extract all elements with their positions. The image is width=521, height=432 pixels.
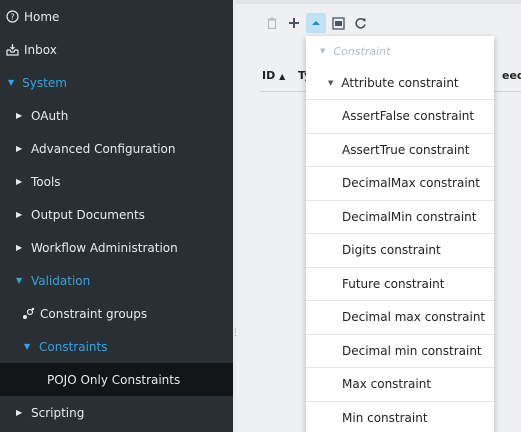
sidebar-item-label: Scripting: [31, 405, 85, 420]
toolbar: [262, 13, 372, 33]
sidebar-item-label: Tools: [31, 174, 61, 189]
refresh-icon[interactable]: [350, 13, 370, 33]
sidebar-item-label: Validation: [31, 273, 91, 288]
chevron-right-icon: ▶: [16, 243, 23, 252]
dropdown-item[interactable]: DecimalMin constraint: [306, 201, 494, 234]
plus-icon[interactable]: [284, 13, 304, 33]
constraint-groups-icon: [21, 307, 35, 321]
dropdown-item[interactable]: Digits constraint: [306, 234, 494, 268]
sidebar-item-home[interactable]: ? Home: [0, 0, 233, 33]
chevron-down-icon: ▼: [328, 78, 334, 87]
dropdown-item[interactable]: Min constraint: [306, 402, 494, 432]
chevron-right-icon: ▶: [16, 177, 23, 186]
sidebar: ? Home Inbox ▼ System ▶ OAuth ▶ Advanced…: [0, 0, 233, 432]
column-header-id[interactable]: ID ▲: [262, 69, 285, 82]
chevron-right-icon: ▶: [16, 408, 23, 417]
dropdown-group-label: Attribute constraint: [341, 75, 459, 90]
sidebar-item-label: Constraints: [39, 339, 108, 354]
sidebar-item-scripting[interactable]: ▶ Scripting: [0, 396, 233, 429]
sidebar-item-advanced-configuration[interactable]: ▶ Advanced Configuration: [0, 132, 233, 165]
sidebar-item-tools[interactable]: ▶ Tools: [0, 165, 233, 198]
sidebar-item-workflow-administration[interactable]: ▶ Workflow Administration: [0, 231, 233, 264]
caret-up-icon[interactable]: [306, 13, 326, 33]
sidebar-item-label: Advanced Configuration: [31, 141, 176, 156]
csv-export-icon[interactable]: [328, 13, 348, 33]
dropdown-item[interactable]: Decimal min constraint: [306, 335, 494, 368]
sort-asc-icon: ▲: [279, 72, 286, 81]
chevron-down-icon: ▼: [16, 276, 23, 285]
sidebar-item-label: Home: [24, 9, 60, 24]
dropdown-item[interactable]: Future constraint: [306, 268, 494, 301]
dropdown-header[interactable]: ▼ Constraint: [306, 36, 494, 66]
dropdown-item[interactable]: DecimalMax constraint: [306, 167, 494, 201]
sidebar-item-label: Output Documents: [31, 207, 145, 222]
sidebar-item-constraint-groups[interactable]: Constraint groups: [0, 297, 233, 330]
chevron-down-icon: ▼: [8, 78, 15, 87]
dropdown-item[interactable]: AssertTrue constraint: [306, 134, 494, 167]
inbox-icon: [5, 43, 19, 57]
sidebar-item-system[interactable]: ▼ System: [0, 66, 233, 99]
column-header-needs[interactable]: eeds: [502, 69, 521, 82]
sidebar-item-inbox[interactable]: Inbox: [0, 33, 233, 66]
constraint-type-dropdown: ▼ Constraint ▼ Attribute constraint Asse…: [306, 36, 494, 432]
sidebar-item-label: System: [22, 75, 67, 90]
sidebar-item-constraints[interactable]: ▼ Constraints: [0, 330, 233, 363]
trash-icon[interactable]: [262, 13, 282, 33]
dropdown-item[interactable]: AssertFalse constraint: [306, 100, 494, 134]
column-header-label: ID: [262, 69, 276, 82]
sidebar-item-label: Workflow Administration: [31, 240, 178, 255]
dropdown-item[interactable]: Max constraint: [306, 368, 494, 402]
svg-text:?: ?: [10, 13, 14, 22]
sidebar-item-label: POJO Only Constraints: [47, 372, 181, 387]
sidebar-item-validation[interactable]: ▼ Validation: [0, 264, 233, 297]
sidebar-item-output-documents[interactable]: ▶ Output Documents: [0, 198, 233, 231]
sidebar-item-label: Inbox: [24, 42, 57, 57]
dropdown-group-attribute-constraint[interactable]: ▼ Attribute constraint: [306, 66, 494, 100]
sidebar-item-label: OAuth: [31, 108, 69, 123]
dropdown-header-label: Constraint: [333, 44, 391, 58]
help-circle-icon: ?: [5, 10, 19, 24]
sidebar-item-label: Constraint groups: [40, 306, 148, 321]
chevron-right-icon: ▶: [16, 210, 23, 219]
chevron-right-icon: ▶: [16, 144, 23, 153]
top-strip: [236, 0, 521, 4]
chevron-right-icon: ▶: [16, 111, 23, 120]
chevron-down-icon: ▼: [320, 47, 326, 55]
sidebar-item-oauth[interactable]: ▶ OAuth: [0, 99, 233, 132]
sidebar-item-pojo-only-constraints[interactable]: POJO Only Constraints: [0, 363, 233, 396]
dropdown-item[interactable]: Decimal max constraint: [306, 301, 494, 335]
chevron-down-icon: ▼: [24, 342, 31, 351]
